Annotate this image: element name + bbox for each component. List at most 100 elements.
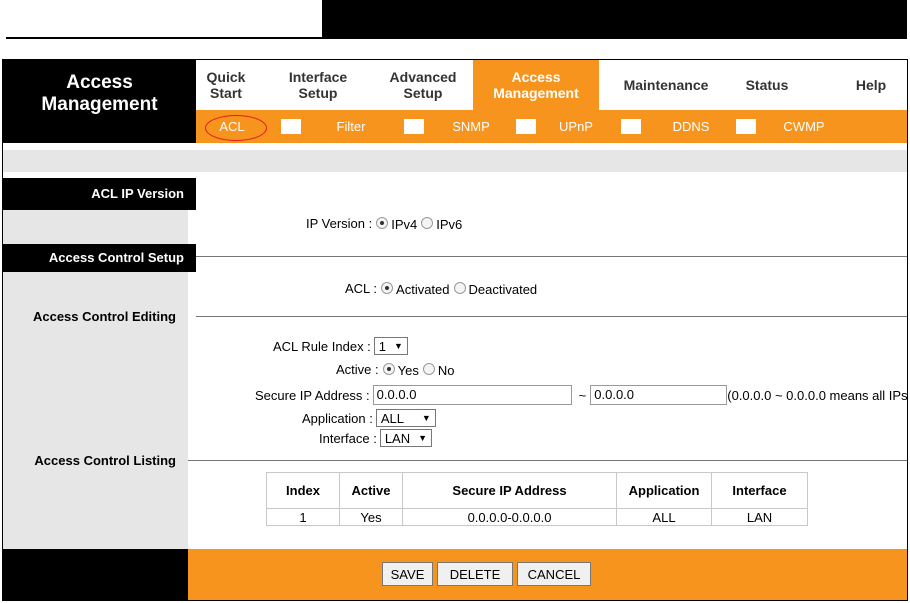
tab-label: Access	[511, 69, 561, 85]
ip-version-label: IP Version :	[306, 215, 373, 231]
brand-line-2: Management	[41, 94, 158, 115]
main-nav: Quick Start Interface Setup Advanced Setup …	[196, 60, 907, 110]
delete-button[interactable]: DELETE	[437, 562, 513, 586]
section-divider	[188, 460, 907, 461]
section-access-control-editing: Access Control Editing	[32, 309, 176, 324]
deactivated-radio[interactable]	[453, 282, 466, 294]
tab-help[interactable]: Help	[841, 60, 901, 110]
secure-ip-row: Secure IP Address : 0.0.0.0 ~ 0.0.0.0 (0…	[255, 385, 908, 405]
application-select[interactable]: ALL ▼	[375, 409, 436, 427]
ipv4-radio[interactable]	[376, 217, 389, 229]
deactivated-label: Deactivated	[468, 282, 538, 297]
rule-index-label: ACL Rule Index :	[273, 338, 371, 354]
cell-application: ALL	[616, 508, 712, 526]
section-access-control-listing: Access Control Listing	[34, 453, 176, 468]
active-yes-radio[interactable]	[382, 363, 395, 375]
activated-radio[interactable]	[381, 282, 394, 294]
section-divider	[196, 316, 907, 317]
tab-quick-start[interactable]: Quick Start	[196, 60, 256, 110]
subtab-ddns[interactable]: DDNS	[666, 118, 716, 136]
tab-label: Quick	[206, 69, 246, 85]
top-decor-bar	[322, 0, 907, 39]
tab-maintenance[interactable]: Maintenance	[611, 60, 721, 110]
cell-index: 1	[266, 508, 340, 526]
save-button[interactable]: SAVE	[382, 562, 433, 586]
acl-listing-table: Index Active Secure IP Address Applicati…	[266, 472, 808, 526]
footer-left	[3, 549, 188, 600]
ipv6-radio[interactable]	[421, 217, 434, 229]
tab-label: Interface	[288, 69, 348, 85]
col-application: Application	[616, 472, 712, 509]
router-page: Access Management Quick Start Interface Se…	[2, 59, 908, 601]
tab-label: Status	[745, 77, 789, 93]
tab-label: Setup	[403, 85, 443, 101]
subtab-snmp[interactable]: SNMP	[446, 118, 496, 136]
tab-label: Setup	[298, 85, 338, 101]
col-active: Active	[339, 472, 403, 509]
secure-ip-start-input[interactable]: 0.0.0.0	[372, 385, 572, 405]
tab-label: Advanced	[389, 69, 457, 85]
tab-advanced-setup[interactable]: Advanced Setup	[373, 60, 473, 110]
interface-row: Interface : LAN ▼	[319, 429, 433, 447]
cancel-button[interactable]: CANCEL	[517, 562, 591, 586]
tab-label: Help	[855, 77, 887, 93]
subnav-divider	[516, 119, 536, 134]
range-tilde: ~	[578, 387, 587, 403]
interface-select[interactable]: LAN ▼	[379, 429, 433, 447]
table-header-row: Index Active Secure IP Address Applicati…	[266, 472, 808, 509]
page-brand: Access Management	[3, 60, 196, 143]
cell-secure-ip: 0.0.0.0-0.0.0.0	[402, 508, 617, 526]
acl-label: ACL :	[345, 280, 378, 296]
chevron-down-icon: ▼	[421, 413, 431, 423]
subtab-upnp[interactable]: UPnP	[551, 118, 601, 136]
cell-active: Yes	[339, 508, 403, 526]
tab-label: Management	[493, 85, 579, 101]
tab-interface-setup[interactable]: Interface Setup	[268, 60, 368, 110]
active-label: Active :	[336, 361, 379, 377]
subnav-divider	[621, 119, 641, 134]
section-access-control-setup: Access Control Setup	[3, 244, 196, 272]
secure-ip-label: Secure IP Address :	[255, 387, 370, 403]
top-decor-line	[6, 37, 322, 39]
cell-interface: LAN	[711, 508, 808, 526]
subtab-cwmp[interactable]: CWMP	[776, 118, 832, 136]
tab-label: Start	[210, 85, 242, 101]
application-label: Application :	[302, 410, 373, 426]
tab-label: Maintenance	[623, 77, 709, 93]
application-value: ALL	[380, 410, 404, 426]
left-panel	[3, 210, 188, 246]
col-index: Index	[266, 472, 340, 509]
acl-row: ACL : Activated Deactivated	[345, 279, 538, 298]
subnav-divider	[404, 119, 424, 134]
application-row: Application : ALL ▼	[302, 409, 436, 427]
rule-index-row: ACL Rule Index : 1 ▼	[273, 337, 408, 355]
tab-status[interactable]: Status	[729, 60, 805, 110]
secure-ip-hint: (0.0.0.0 ~ 0.0.0.0 means all IPs)	[727, 387, 908, 403]
interface-label: Interface :	[319, 430, 377, 446]
rule-index-select[interactable]: 1 ▼	[373, 337, 408, 355]
header-spacer	[3, 150, 907, 172]
subnav-divider	[736, 119, 756, 134]
active-no-radio[interactable]	[422, 363, 435, 375]
secure-ip-end-input[interactable]: 0.0.0.0	[590, 385, 728, 405]
active-no-label: No	[437, 363, 455, 378]
ip-version-row: IP Version : IPv4 IPv6	[306, 214, 463, 233]
section-divider	[196, 256, 907, 257]
tab-access-management[interactable]: Access Management	[473, 60, 599, 110]
table-row: 1 Yes 0.0.0.0-0.0.0.0 ALL LAN	[266, 508, 808, 526]
active-row: Active : Yes No	[336, 360, 455, 379]
activated-label: Activated	[396, 282, 450, 297]
rule-index-value: 1	[378, 338, 387, 354]
active-yes-label: Yes	[397, 363, 419, 378]
sub-nav: ACL Filter SNMP UPnP DDNS CWMP	[196, 110, 907, 143]
section-acl-ip-version: ACL IP Version	[3, 178, 196, 210]
footer-bar: SAVE DELETE CANCEL	[188, 549, 907, 600]
brand-line-1: Access	[66, 72, 133, 93]
ipv4-label: IPv4	[391, 217, 418, 232]
col-secure-ip: Secure IP Address	[402, 472, 617, 509]
interface-value: LAN	[384, 430, 411, 446]
subnav-divider	[281, 119, 301, 134]
ipv6-label: IPv6	[436, 217, 463, 232]
col-interface: Interface	[711, 472, 808, 509]
subtab-filter[interactable]: Filter	[326, 118, 376, 136]
